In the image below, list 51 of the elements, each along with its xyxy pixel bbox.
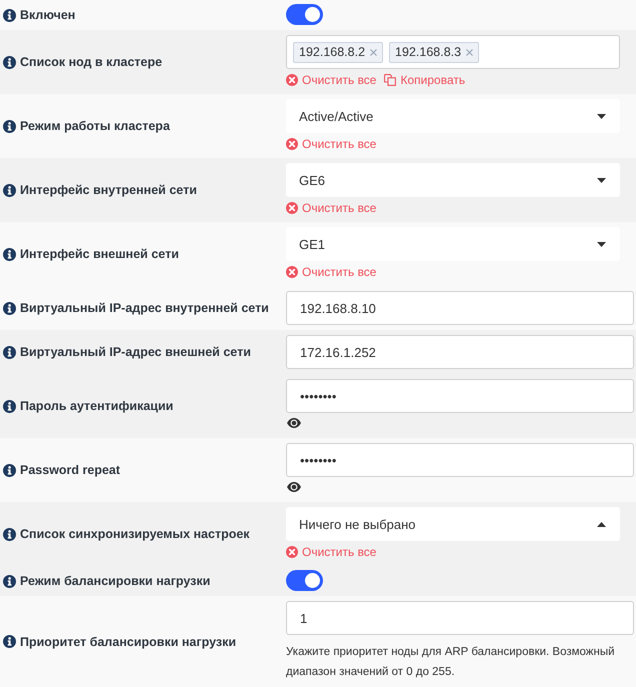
field-label: Список синхронизируемых настроек xyxy=(20,527,250,541)
text-field[interactable]: 192.168.8.10 xyxy=(286,291,634,325)
eye-icon[interactable] xyxy=(287,482,301,492)
select-dropdown[interactable]: GE1 xyxy=(286,227,620,261)
help-text: Укажите приоритет ноды для ARP балансировки. Возможный диапазон значений от 0 до 255. xyxy=(286,645,616,680)
info-icon xyxy=(3,574,16,588)
clear-icon xyxy=(286,138,298,150)
info-icon xyxy=(3,400,16,412)
clear-icon xyxy=(286,74,298,86)
field-label: Включен xyxy=(20,8,76,22)
info-icon xyxy=(3,8,16,22)
select-dropdown[interactable]: Ничего не выбрано xyxy=(286,507,620,541)
clear-icon xyxy=(286,202,298,214)
tag-chip[interactable]: 192.168.8.2 xyxy=(293,42,384,62)
toggle-switch[interactable] xyxy=(286,4,323,25)
info-icon xyxy=(3,120,16,132)
clear-icon xyxy=(286,546,298,558)
info-icon xyxy=(3,635,16,648)
password-field[interactable]: •••••••• xyxy=(286,379,634,413)
info-icon xyxy=(3,248,16,260)
select-dropdown[interactable]: GE6 xyxy=(286,163,620,197)
info-icon xyxy=(3,302,16,314)
caret-icon xyxy=(597,178,606,182)
info-icon xyxy=(3,56,16,68)
tag-input[interactable]: 192.168.8.2 192.168.8.3 xyxy=(286,35,620,69)
caret-icon xyxy=(597,242,606,246)
field-label: Список нод в кластере xyxy=(20,55,162,69)
info-icon xyxy=(3,346,16,358)
info-icon xyxy=(3,184,16,196)
text-field[interactable]: 172.16.1.252 xyxy=(286,335,634,369)
select-dropdown[interactable]: Active/Active xyxy=(286,99,620,133)
field-label: Пароль аутентификации xyxy=(20,399,174,413)
copy-icon xyxy=(384,74,396,86)
field-label: Режим работы кластера xyxy=(20,119,170,133)
tag-chip[interactable]: 192.168.8.3 xyxy=(389,42,480,62)
password-field[interactable]: •••••••• xyxy=(286,443,634,477)
text-field[interactable]: 1 xyxy=(286,601,634,635)
field-label: Password repeat xyxy=(20,463,120,477)
field-label: Виртуальный IP-адрес внешней сети xyxy=(20,345,251,359)
field-label: Приоритет балансировки нагрузки xyxy=(20,634,236,648)
field-label: Режим балансировки нагрузки xyxy=(20,574,210,588)
clear-icon xyxy=(286,266,298,278)
info-icon xyxy=(3,528,16,540)
field-label: Интерфейс внешней сети xyxy=(20,247,179,261)
eye-icon[interactable] xyxy=(287,418,301,428)
caret-icon xyxy=(597,114,606,118)
field-label: Интерфейс внутренней сети xyxy=(20,183,197,197)
caret-icon xyxy=(597,522,606,526)
field-label: Виртуальный IP-адрес внутренней сети xyxy=(20,301,269,315)
toggle-switch[interactable] xyxy=(286,570,323,591)
info-icon xyxy=(3,464,16,476)
